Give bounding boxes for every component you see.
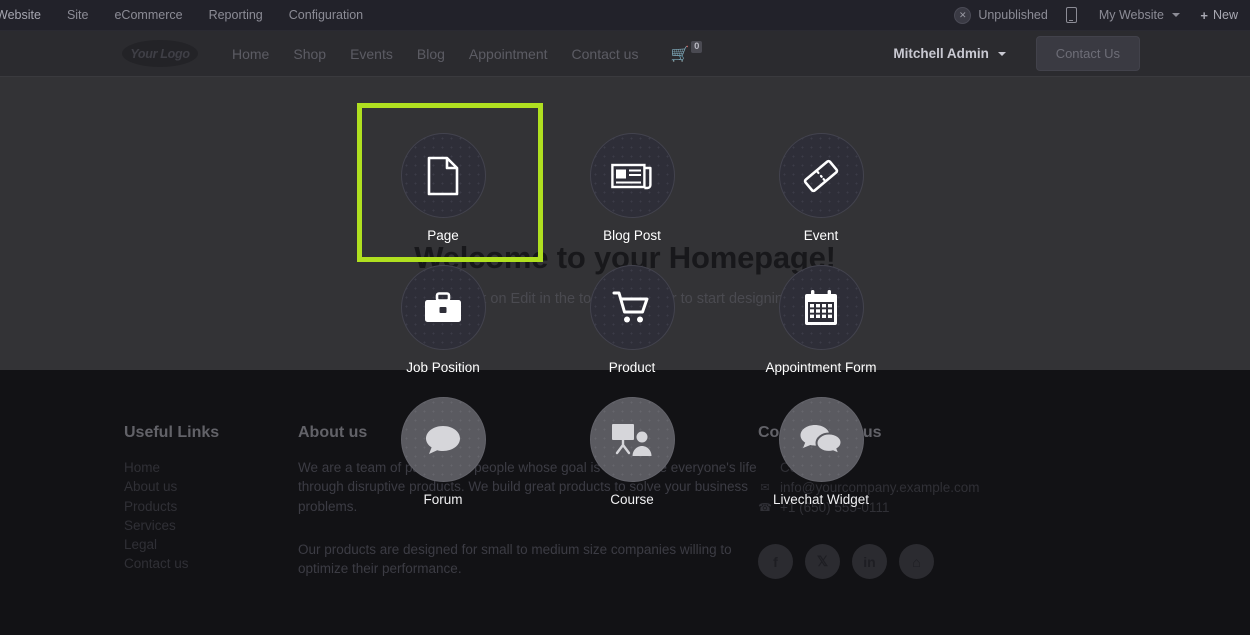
chevron-down-icon	[1172, 13, 1181, 18]
footer-useful-links-column: Useful Links Home About us Products Serv…	[124, 424, 298, 579]
menu-configuration[interactable]: Configuration	[276, 0, 376, 31]
footer-link-products[interactable]: Products	[124, 497, 298, 516]
mobile-preview-button[interactable]	[1054, 7, 1089, 23]
chat-bubbles-icon	[778, 397, 864, 482]
website-navbar: Your Logo Home Shop Events Blog Appointm…	[0, 31, 1250, 77]
new-content-tile-blog-post[interactable]: Blog Post	[551, 133, 713, 243]
toggle-off-icon: ✕	[954, 6, 972, 24]
new-content-tile-forum[interactable]: Forum	[362, 397, 524, 507]
tile-label: Event	[803, 228, 839, 243]
website-selector[interactable]: My Website	[1089, 0, 1191, 31]
publish-toggle[interactable]: ✕ Unpublished	[936, 6, 1054, 24]
chevron-down-icon	[997, 52, 1006, 57]
website-builder-screen: Website Site eCommerce Reporting Configu…	[0, 0, 1250, 635]
footer-link-contact-us[interactable]: Contact us	[124, 554, 298, 573]
site-logo[interactable]: Your Logo	[122, 40, 198, 67]
new-content-tile-appointment-form[interactable]: Appointment Form	[740, 265, 902, 375]
footer-link-legal[interactable]: Legal	[124, 535, 298, 554]
calendar-icon	[778, 265, 864, 350]
presentation-teacher-icon	[589, 397, 675, 482]
website-home-icon[interactable]: ⌂	[899, 544, 934, 579]
footer-useful-links-title: Useful Links	[124, 424, 220, 441]
new-content-tile-course[interactable]: Course	[551, 397, 713, 507]
tile-label: Job Position	[406, 360, 480, 375]
nav-link-events[interactable]: Events	[338, 46, 405, 62]
new-content-tile-livechat-widget[interactable]: Livechat Widget	[740, 397, 902, 507]
newspaper-icon	[589, 133, 675, 218]
cart-count-badge: 0	[691, 40, 703, 53]
ticket-icon	[778, 133, 864, 218]
new-content-tile-job-position[interactable]: Job Position	[362, 265, 524, 375]
system-status-group: ✕ Unpublished My Website + New	[936, 0, 1250, 31]
file-document-icon	[400, 133, 486, 218]
mobile-preview-icon	[1065, 7, 1077, 23]
user-menu[interactable]: Mitchell Admin	[893, 46, 1006, 61]
chat-bubble-icon	[400, 397, 486, 482]
tile-label: Course	[610, 492, 654, 507]
new-content-tile-event[interactable]: Event	[740, 133, 902, 243]
tile-label: Livechat Widget	[772, 492, 870, 507]
tile-label: Blog Post	[603, 228, 661, 243]
nav-link-shop[interactable]: Shop	[281, 46, 338, 62]
website-selector-label: My Website	[1098, 7, 1164, 22]
footer-about-paragraph-2: Our products are designed for small to m…	[298, 541, 732, 577]
nav-link-contact-us[interactable]: Contact us	[560, 46, 651, 62]
publish-status-label: Unpublished	[978, 8, 1048, 22]
menu-reporting[interactable]: Reporting	[196, 0, 276, 31]
footer-social-links: f 𝕏 in ⌂	[758, 544, 1078, 579]
plus-icon: +	[1200, 7, 1208, 23]
shopping-cart-icon: 🛒	[670, 45, 690, 63]
linkedin-icon[interactable]: in	[852, 544, 887, 579]
system-menu-group: Website Site eCommerce Reporting Configu…	[0, 0, 376, 31]
footer-link-home[interactable]: Home	[124, 458, 298, 477]
user-name-label: Mitchell Admin	[893, 46, 989, 61]
nav-link-appointment[interactable]: Appointment	[457, 46, 560, 62]
new-content-tile-page[interactable]: Page	[362, 133, 524, 243]
shopping-cart-icon	[589, 265, 675, 350]
contact-us-cta-button[interactable]: Contact Us	[1035, 36, 1140, 71]
site-nav-links: Home Shop Events Blog Appointment Contac…	[220, 40, 703, 63]
tile-label: Page	[427, 228, 459, 243]
app-brand-website[interactable]: Website	[0, 0, 54, 31]
menu-ecommerce[interactable]: eCommerce	[101, 0, 195, 31]
menu-site[interactable]: Site	[54, 0, 102, 31]
twitter-x-icon[interactable]: 𝕏	[805, 544, 840, 579]
tile-label: Forum	[423, 492, 463, 507]
briefcase-icon	[400, 265, 486, 350]
navbar-right-group: Mitchell Admin Contact Us	[893, 36, 1250, 71]
nav-link-home[interactable]: Home	[220, 46, 281, 62]
new-content-label: New	[1212, 7, 1238, 22]
facebook-icon[interactable]: f	[758, 544, 793, 579]
odoo-system-topbar: Website Site eCommerce Reporting Configu…	[0, 0, 1250, 31]
tile-label: Appointment Form	[765, 360, 877, 375]
footer-link-services[interactable]: Services	[124, 516, 298, 535]
footer-link-about-us[interactable]: About us	[124, 477, 298, 496]
new-content-tile-product[interactable]: Product	[551, 265, 713, 375]
cart-button[interactable]: 🛒 0	[670, 40, 703, 63]
tile-label: Product	[608, 360, 656, 375]
new-content-button[interactable]: + New	[1190, 0, 1248, 31]
nav-link-blog[interactable]: Blog	[405, 46, 457, 62]
